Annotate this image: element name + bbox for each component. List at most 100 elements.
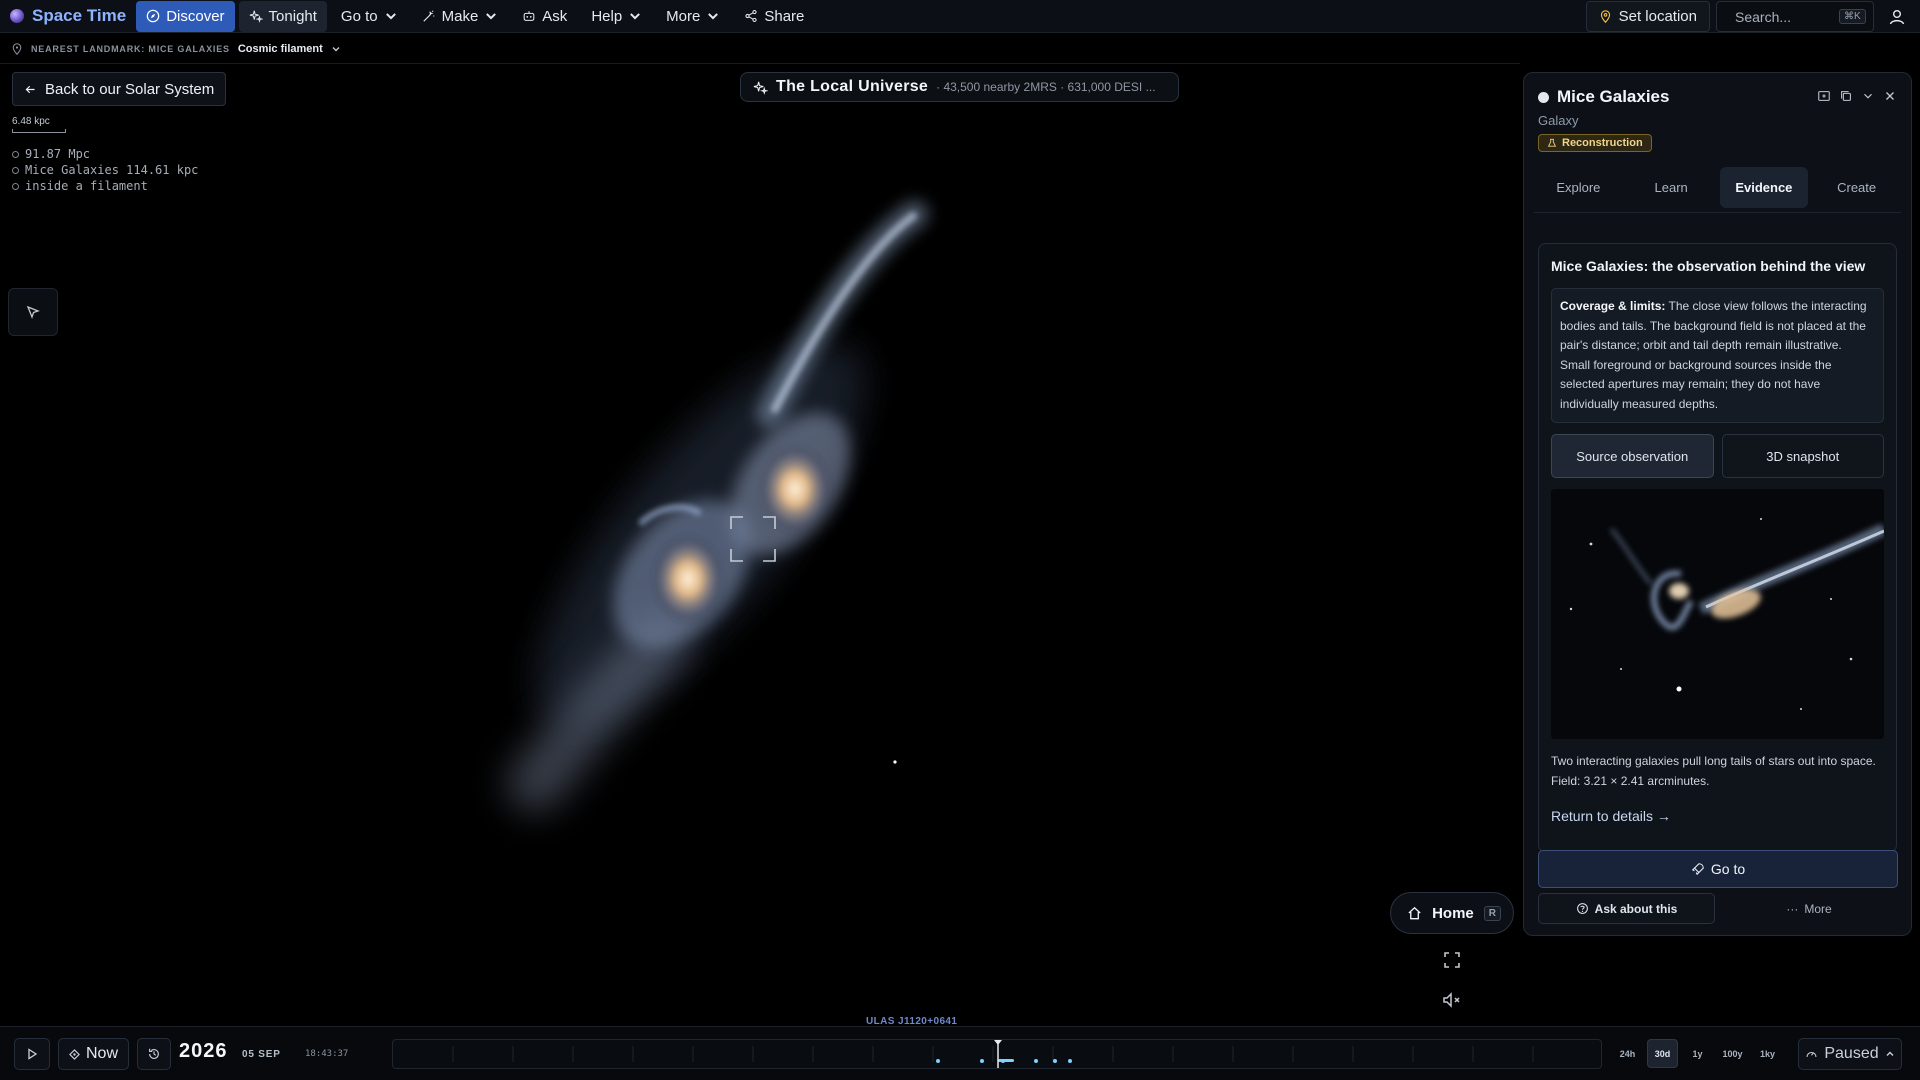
timeline-track[interactable] [392, 1039, 1602, 1069]
history-icon [149, 1048, 159, 1059]
play-icon [28, 1048, 38, 1060]
now-button[interactable]: Now [58, 1038, 129, 1070]
nav-label: Go to [340, 7, 378, 25]
nav-share[interactable]: Share [734, 1, 814, 32]
sparkle-icon [753, 81, 768, 95]
zoom-1ky[interactable]: 1ky [1752, 1039, 1783, 1068]
chevron-down-icon[interactable] [1861, 89, 1875, 103]
current-time[interactable]: 18:43:37 [305, 1049, 348, 1059]
3d-snapshot-button[interactable]: 3D snapshot [1721, 434, 1884, 478]
tab-create[interactable]: Create [1812, 167, 1901, 208]
pointer-tool-button[interactable] [8, 288, 58, 336]
coverage-text: The close view follows the interacting b… [1560, 299, 1867, 411]
copy-icon[interactable] [1839, 89, 1853, 103]
evidence-view-toggle: Source observation 3D snapshot [1551, 434, 1884, 478]
evidence-title: Mice Galaxies: the observation behind th… [1551, 258, 1866, 274]
close-icon[interactable] [1883, 89, 1897, 103]
map-pin-icon [1600, 10, 1610, 23]
panel-tabs: Explore Learn Evidence Create [1534, 167, 1901, 213]
back-to-solar-system-button[interactable]: Back to our Solar System [12, 72, 227, 106]
panel-header: Mice Galaxies Galaxy Reconstruction [1538, 87, 1897, 152]
badge-label: Reconstruction [1562, 137, 1643, 149]
tab-explore[interactable]: Explore [1534, 167, 1623, 208]
nav-label: Help [591, 7, 623, 25]
circle-icon [12, 150, 19, 158]
chevron-down-icon [630, 13, 641, 20]
history-button[interactable] [137, 1038, 171, 1070]
scene-title: The Local Universe [776, 78, 929, 95]
nav-discover[interactable]: Discover [136, 0, 235, 32]
ask-about-this-button[interactable]: Ask about this [1538, 893, 1715, 924]
panel-more-button[interactable]: ··· More [1724, 893, 1894, 924]
scene-title-pill[interactable]: The Local Universe · 43,500 nearby 2MRS … [740, 72, 1179, 102]
search-input[interactable] [1735, 8, 1831, 25]
share-icon [745, 9, 757, 23]
ask-label: Ask about this [1594, 901, 1678, 916]
landmark-bar: NEAREST LANDMARK: MICE GALAXIES Cosmic f… [0, 34, 1520, 64]
playback-status-button[interactable]: Paused [1798, 1038, 1902, 1070]
nav-label: Make [441, 7, 479, 25]
pin-panel-icon[interactable] [1817, 89, 1831, 103]
chevron-down-icon[interactable] [331, 44, 341, 54]
galaxy-view-canvas[interactable] [0, 64, 1520, 1026]
chevron-down-icon [486, 13, 497, 20]
main-nav: Discover Tonight Go to Make Ask Help Mor… [136, 0, 814, 33]
scale-label: 6.48 kpc [12, 116, 50, 127]
scale-bar [12, 129, 66, 133]
rocket-icon [1691, 863, 1704, 876]
coverage-note: Coverage & limits: The close view follow… [1551, 288, 1884, 423]
current-year[interactable]: 2026 [179, 1040, 228, 1063]
zoom-100y[interactable]: 100y [1717, 1039, 1748, 1068]
stat-row: 91.87 Mpc [12, 146, 198, 162]
zoom-1y[interactable]: 1y [1682, 1039, 1713, 1068]
object-details-panel: Mice Galaxies Galaxy Reconstruction Expl… [1523, 72, 1912, 936]
wand-icon [422, 10, 434, 22]
status-label: Paused [1824, 1045, 1879, 1062]
return-to-details-link[interactable]: Return to details → [1551, 808, 1671, 824]
nav-goto[interactable]: Go to [331, 1, 408, 32]
timeline-ticks [452, 1040, 1534, 1068]
panel-title: Mice Galaxies [1557, 87, 1670, 106]
source-observation-button[interactable]: Source observation [1551, 434, 1714, 478]
search-shortcut: ⌘K [1839, 9, 1866, 24]
go-to-button[interactable]: Go to [1538, 850, 1898, 888]
stat-text: inside a filament [25, 179, 148, 193]
nav-make[interactable]: Make [412, 1, 509, 32]
home-icon [1408, 906, 1421, 920]
gauge-icon [1806, 1051, 1817, 1057]
observation-image [1551, 489, 1884, 739]
brand-logo-icon [10, 9, 24, 23]
search-box[interactable]: ⌘K [1716, 1, 1874, 32]
zoom-30d[interactable]: 30d [1647, 1039, 1678, 1068]
nav-label: More [666, 7, 701, 25]
now-label: Now [85, 1045, 118, 1062]
nav-help[interactable]: Help [581, 1, 652, 32]
compass-icon [146, 9, 160, 23]
nav-tonight[interactable]: Tonight [238, 0, 327, 32]
circle-icon [12, 166, 19, 174]
stat-text: 91.87 Mpc [25, 147, 91, 161]
home-button[interactable]: Home R [1390, 892, 1514, 934]
nav-ask[interactable]: Ask [512, 1, 577, 32]
fullscreen-icon[interactable] [1440, 948, 1464, 972]
mute-icon[interactable] [1440, 988, 1464, 1012]
nav-more[interactable]: More [656, 1, 730, 32]
set-location-button[interactable]: Set location [1585, 1, 1710, 32]
app-name: Space Time [32, 6, 127, 25]
arrow-left-icon [25, 85, 35, 93]
reconstruction-badge: Reconstruction [1538, 134, 1652, 152]
robot-icon [523, 11, 535, 21]
tab-learn[interactable]: Learn [1627, 167, 1716, 208]
user-icon[interactable] [1888, 8, 1906, 26]
current-date[interactable]: 05 SEP [242, 1049, 281, 1060]
panel-actions [1817, 89, 1897, 103]
nav-label: Ask [542, 7, 568, 25]
landmark-value[interactable]: Cosmic filament [238, 43, 323, 55]
tab-evidence[interactable]: Evidence [1719, 167, 1809, 208]
nav-label: Discover [166, 7, 225, 25]
top-bar: Space Time Discover Tonight Go to Make A… [0, 0, 1920, 33]
play-button[interactable] [14, 1038, 50, 1070]
go-to-label: Go to [1710, 861, 1746, 877]
brand[interactable]: Space Time [0, 0, 136, 33]
zoom-24h[interactable]: 24h [1612, 1039, 1643, 1068]
